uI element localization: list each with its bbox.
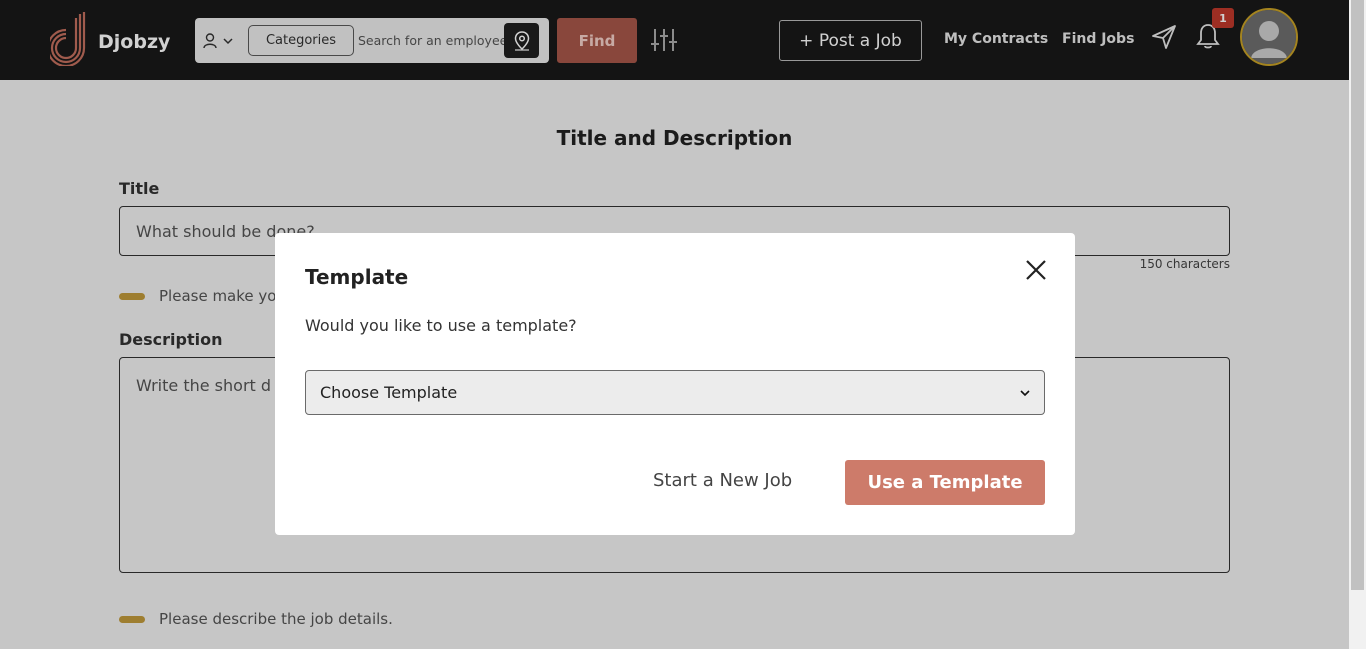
chevron-down-icon [1020, 389, 1030, 396]
template-select-value: Choose Template [320, 383, 458, 402]
modal-question: Would you like to use a template? [305, 316, 577, 335]
start-new-job-button[interactable]: Start a New Job [653, 470, 792, 491]
template-modal: Template Would you like to use a templat… [275, 233, 1075, 535]
template-select[interactable]: Choose Template [305, 370, 1045, 415]
modal-title: Template [305, 265, 409, 289]
close-icon[interactable] [1023, 257, 1049, 283]
use-template-button[interactable]: Use a Template [845, 460, 1045, 505]
scrollbar-thumb[interactable] [1351, 0, 1364, 590]
